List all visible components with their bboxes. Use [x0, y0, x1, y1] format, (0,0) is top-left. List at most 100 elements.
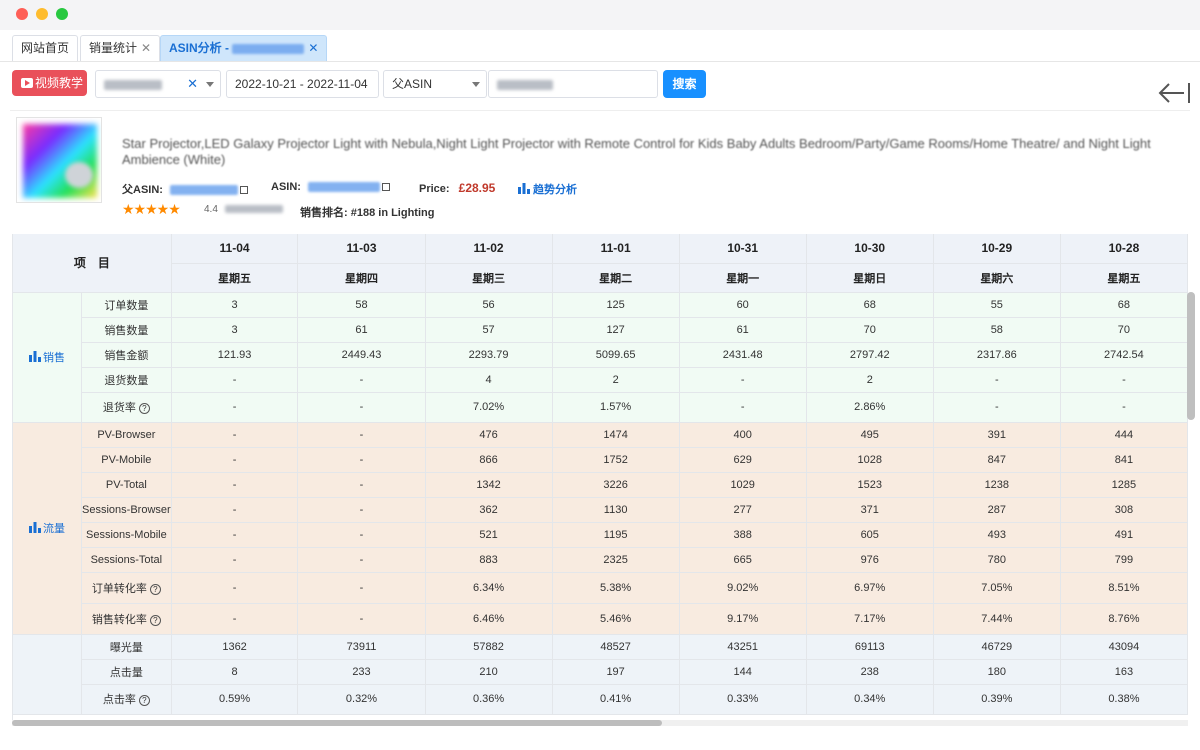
table-cell: 2317.86 — [933, 342, 1061, 368]
table-cell: 0.33% — [679, 684, 807, 715]
table-cell: 5.38% — [552, 572, 680, 604]
table-cell: 3 — [171, 317, 299, 343]
table-cell: 847 — [933, 447, 1061, 473]
video-tutorial-button[interactable]: 视频教学 — [12, 70, 87, 96]
table-cell: 8.51% — [1060, 572, 1188, 604]
metric-label: 点击率 — [102, 694, 136, 706]
table-cell: - — [297, 367, 426, 393]
price: Price: £28.95 — [419, 181, 495, 195]
table-cell: 73911 — [297, 634, 426, 660]
table-cell: 58 — [933, 317, 1061, 343]
metric-label-cell: 退货数量 — [81, 367, 172, 393]
tab-asin-analysis[interactable]: ASIN分析 - ✕ — [160, 35, 328, 61]
table-cell: - — [171, 547, 299, 573]
parent-asin: 父ASIN: — [122, 181, 249, 197]
help-icon[interactable]: ? — [149, 583, 161, 595]
table-cell: 6.46% — [425, 603, 553, 635]
metric-label: 点击量 — [109, 666, 143, 679]
metric-label-cell: 订单数量 — [81, 292, 172, 318]
asin-input[interactable] — [488, 70, 658, 98]
table-cell: 48527 — [552, 634, 680, 660]
product-title[interactable]: Star Projector,LED Galaxy Projector Ligh… — [122, 136, 1172, 168]
horizontal-scrollbar[interactable] — [12, 720, 662, 726]
redacted-child-asin[interactable] — [308, 182, 381, 193]
asin-type-value: 父ASIN — [392, 77, 433, 91]
close-icon[interactable]: ✕ — [141, 41, 151, 55]
column-date: 10-31 — [679, 234, 807, 264]
metric-label-cell: 退货率? — [81, 392, 172, 423]
asin-label: ASIN: — [271, 181, 301, 193]
table-cell: 866 — [425, 447, 553, 473]
table-cell: 7.44% — [933, 603, 1061, 635]
rank-label: 销售排名: — [300, 207, 348, 219]
tab-bar: 网站首页 销量统计 ✕ ASIN分析 - ✕ — [0, 30, 1200, 62]
clear-icon[interactable]: ✕ — [187, 71, 198, 97]
table-cell: 2 — [552, 367, 680, 393]
metric-label-cell: PV-Browser — [81, 422, 172, 448]
metric-label-cell: 销售转化率? — [81, 603, 172, 635]
minimize-window-button[interactable] — [36, 8, 48, 20]
table-cell: 57 — [425, 317, 553, 343]
table-cell: - — [297, 547, 426, 573]
table-cell: - — [297, 472, 426, 498]
table-cell: - — [679, 392, 807, 423]
table-cell: 0.38% — [1060, 684, 1188, 715]
help-icon[interactable]: ? — [138, 403, 150, 414]
metric-label: Sessions-Browser — [82, 503, 171, 516]
help-icon[interactable]: ? — [138, 695, 150, 706]
tab-label: ASIN分析 - — [169, 41, 233, 55]
table-cell: - — [171, 472, 299, 498]
tab-sales-stats[interactable]: 销量统计 ✕ — [80, 35, 161, 61]
search-button[interactable]: 搜索 — [663, 70, 706, 98]
table-cell: 3 — [171, 292, 299, 318]
table-cell: - — [171, 367, 299, 393]
table-cell: 121.93 — [171, 342, 299, 368]
chevron-down-icon — [206, 82, 214, 87]
close-window-button[interactable] — [16, 8, 28, 20]
copy-icon[interactable] — [382, 183, 391, 192]
table-cell: - — [297, 603, 426, 635]
sales-rank: 销售排名: #188 in Lighting — [300, 204, 434, 220]
metric-label: Sessions-Mobile — [86, 528, 167, 541]
metric-label-cell: 订单转化率? — [81, 572, 172, 604]
close-icon[interactable]: ✕ — [308, 41, 318, 55]
table-cell: - — [171, 522, 299, 548]
bar-chart-icon — [29, 351, 42, 362]
group-traffic: 流量 PV-Browser - -476 1474 400 495 391 444 PV-Mobi… — [13, 422, 1188, 635]
table-row: 销售 订单数量 3 58 56 125 60 68 55 68 — [13, 292, 1188, 423]
chevron-down-icon — [472, 82, 480, 87]
metric-label: PV-Mobile — [101, 453, 152, 466]
table-cell: - — [297, 447, 426, 473]
table-cell: 0.41% — [552, 684, 680, 715]
collapse-arrow-icon[interactable] — [1158, 82, 1192, 104]
table-cell: 9.02% — [679, 572, 807, 604]
table-cell: 883 — [425, 547, 553, 573]
table-cell: 0.36% — [425, 684, 553, 715]
column-date: 11-01 — [552, 234, 680, 264]
vertical-scrollbar[interactable] — [1187, 292, 1195, 420]
date-range-picker[interactable]: 2022-10-21 - 2022-11-04 — [226, 70, 379, 98]
table-cell: 308 — [1060, 497, 1188, 523]
table-row: 订单转化率? - -6.34% 5.38% 9.02% 6.97% 7.05% 8.51% — [13, 572, 1188, 604]
tab-home[interactable]: 网站首页 — [12, 35, 79, 61]
table-cell: 1474 — [552, 422, 680, 448]
copy-icon[interactable] — [240, 186, 249, 195]
trend-analysis-link[interactable]: 趋势分析 — [518, 181, 577, 197]
metric-label: PV-Browser — [97, 428, 156, 441]
maximize-window-button[interactable] — [56, 8, 68, 20]
table-row: 退货数量 - -4 2-2- - — [13, 367, 1188, 393]
redacted-store — [104, 79, 162, 90]
table-cell: 70 — [806, 317, 934, 343]
table-row: 销售数量 3 61 57 127 61 70 58 70 — [13, 317, 1188, 343]
help-icon[interactable]: ? — [149, 614, 161, 626]
price-value: £28.95 — [458, 181, 496, 195]
redacted-parent-asin[interactable] — [170, 185, 239, 196]
table-cell: 0.32% — [297, 684, 426, 715]
table-cell: - — [933, 367, 1061, 393]
asin-type-select[interactable]: 父ASIN — [383, 70, 487, 98]
table-cell: 210 — [425, 659, 553, 685]
table-row: 流量 PV-Browser - -476 1474 400 495 391 444 — [13, 422, 1188, 635]
table-cell: - — [297, 522, 426, 548]
table-cell: 1238 — [933, 472, 1061, 498]
store-select[interactable]: ✕ — [95, 70, 221, 98]
